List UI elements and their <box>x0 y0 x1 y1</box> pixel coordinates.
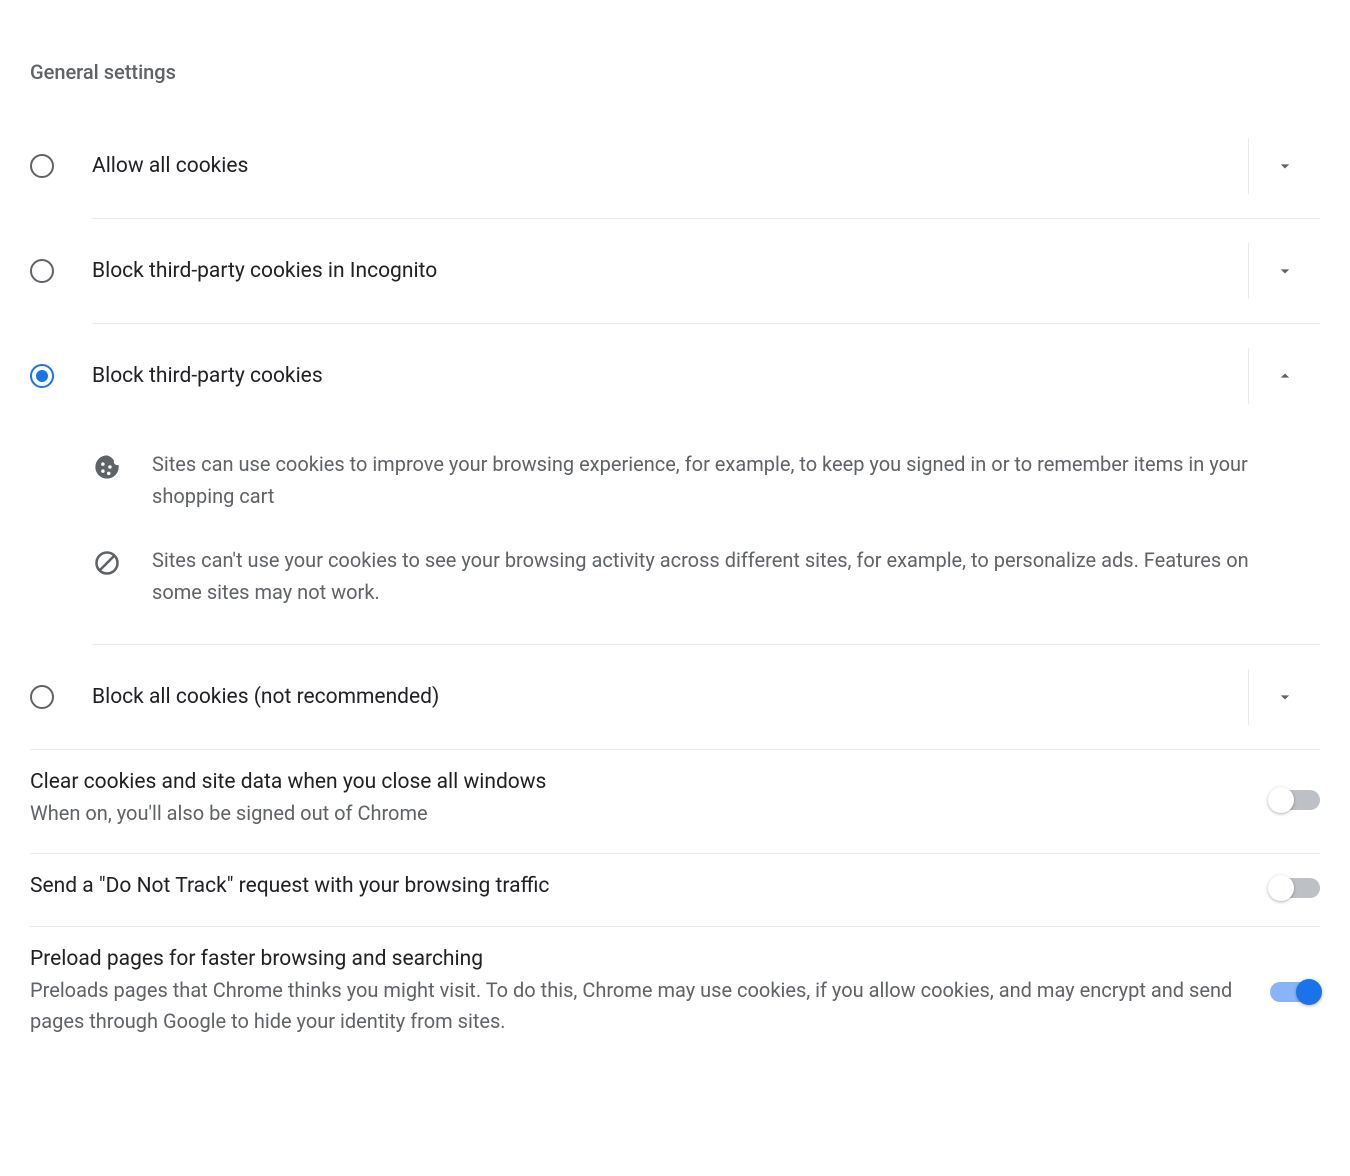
block-icon <box>92 548 122 578</box>
expanded-content: Sites can use cookies to improve your br… <box>92 428 1320 644</box>
section-title: General settings <box>30 60 1320 84</box>
radio-icon <box>30 685 54 709</box>
radio-option-allow-all[interactable]: Allow all cookies <box>30 114 1320 218</box>
chevron-down-icon <box>1275 261 1295 281</box>
toggle-subtitle: Preloads pages that Chrome thinks you mi… <box>30 975 1246 1037</box>
radio-label: Allow all cookies <box>92 154 1228 178</box>
expand-button[interactable] <box>1248 669 1320 725</box>
radio-option-block-all[interactable]: Block all cookies (not recommended) <box>30 645 1320 749</box>
chevron-down-icon <box>1275 687 1295 707</box>
toggle-preload-pages[interactable]: Preload pages for faster browsing and se… <box>30 927 1320 1061</box>
toggle-subtitle: When on, you'll also be signed out of Ch… <box>30 798 1246 829</box>
radio-label: Block third-party cookies in Incognito <box>92 259 1228 283</box>
toggle-switch-on[interactable] <box>1270 982 1320 1002</box>
collapse-button[interactable] <box>1248 348 1320 404</box>
toggle-switch[interactable] <box>1270 790 1320 810</box>
radio-label: Block third-party cookies <box>92 364 1228 388</box>
toggle-title: Preload pages for faster browsing and se… <box>30 947 1246 971</box>
chevron-up-icon <box>1275 366 1295 386</box>
cookie-icon <box>92 452 122 482</box>
toggle-knob <box>1268 787 1294 813</box>
info-text: Sites can use cookies to improve your br… <box>152 448 1320 512</box>
radio-option-block-third-party[interactable]: Block third-party cookies <box>30 324 1320 428</box>
toggle-title: Send a "Do Not Track" request with your … <box>30 874 1246 898</box>
info-row: Sites can't use your cookies to see your… <box>92 538 1320 634</box>
radio-option-block-incognito[interactable]: Block third-party cookies in Incognito <box>30 219 1320 323</box>
toggle-clear-cookies[interactable]: Clear cookies and site data when you clo… <box>30 750 1320 854</box>
toggle-knob <box>1296 979 1322 1005</box>
radio-label: Block all cookies (not recommended) <box>92 685 1228 709</box>
info-row: Sites can use cookies to improve your br… <box>92 428 1320 538</box>
radio-icon-selected <box>30 364 54 388</box>
toggle-title: Clear cookies and site data when you clo… <box>30 770 1246 794</box>
radio-icon <box>30 259 54 283</box>
info-text: Sites can't use your cookies to see your… <box>152 544 1320 608</box>
expand-button[interactable] <box>1248 138 1320 194</box>
toggle-do-not-track[interactable]: Send a "Do Not Track" request with your … <box>30 854 1320 927</box>
radio-icon <box>30 154 54 178</box>
chevron-down-icon <box>1275 156 1295 176</box>
expand-button[interactable] <box>1248 243 1320 299</box>
toggle-knob <box>1268 875 1294 901</box>
toggle-switch[interactable] <box>1270 878 1320 898</box>
